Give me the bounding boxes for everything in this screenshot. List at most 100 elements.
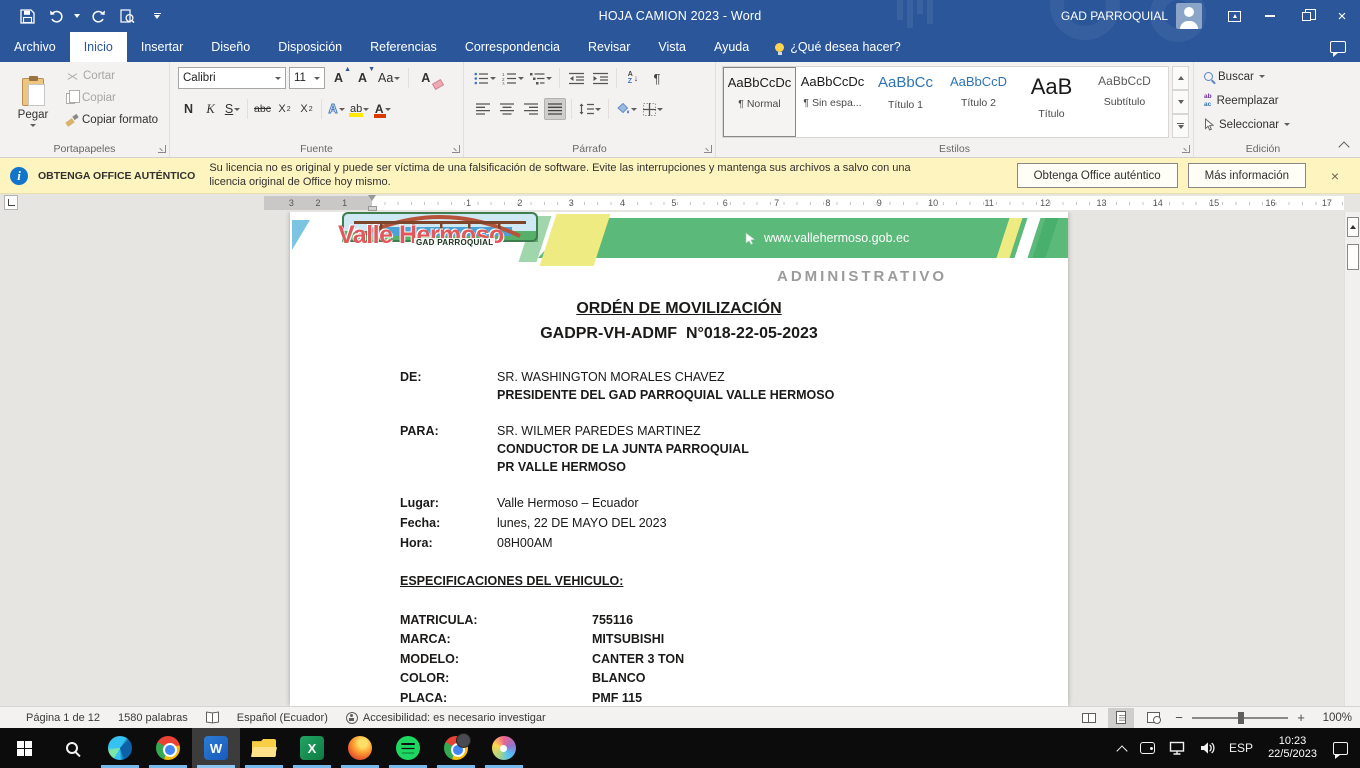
style-item-no-spacing[interactable]: AaBbCcDc¶ Sin espa... <box>796 67 869 137</box>
style-item-subtitle[interactable]: AaBbCcDSubtítulo <box>1088 67 1161 137</box>
copy-button[interactable]: Copiar <box>62 90 162 106</box>
ribbon-display-options-button[interactable] <box>1216 0 1252 32</box>
select-button[interactable]: Seleccionar <box>1204 114 1290 135</box>
multilevel-list-button[interactable] <box>528 67 554 89</box>
superscript-button[interactable]: X2 <box>296 98 317 120</box>
accessibility-status[interactable]: Accesibilidad: es necesario investigar <box>346 712 546 724</box>
meet-now-icon[interactable] <box>1133 728 1162 768</box>
change-case-button[interactable]: Aa <box>376 67 402 89</box>
show-formatting-button[interactable]: ¶ <box>646 67 668 89</box>
print-layout-button[interactable] <box>1108 708 1134 728</box>
font-dialog-launcher[interactable] <box>452 145 460 153</box>
numbering-button[interactable]: 123 <box>500 67 526 89</box>
subscript-button[interactable]: X2 <box>274 98 295 120</box>
replace-button[interactable]: abac Reemplazar <box>1204 90 1290 111</box>
web-layout-button[interactable] <box>1140 708 1166 728</box>
tab-inicio[interactable]: Inicio <box>70 32 127 62</box>
scrollbar-thumb[interactable] <box>1347 244 1359 270</box>
cut-button[interactable]: Cortar <box>62 68 162 84</box>
text-effects-button[interactable]: A <box>326 98 347 120</box>
align-center-button[interactable] <box>496 98 518 120</box>
action-center-icon[interactable] <box>1333 742 1348 755</box>
customize-quick-access-icon[interactable] <box>144 3 170 29</box>
language-indicator[interactable]: ESP <box>1222 728 1260 768</box>
taskbar-word-button[interactable]: W <box>192 728 240 768</box>
find-button[interactable]: Buscar <box>1204 66 1290 87</box>
taskbar-paint-button[interactable] <box>480 728 528 768</box>
taskbar-clock[interactable]: 10:23 22/5/2023 <box>1260 735 1325 761</box>
styles-scroll-down-button[interactable] <box>1172 90 1189 114</box>
highlight-color-button[interactable]: ab <box>348 98 371 120</box>
save-icon[interactable] <box>14 3 40 29</box>
italic-button[interactable]: K <box>200 98 221 120</box>
document-page[interactable]: www.vallehermoso.gob.ec Valle Hermoso GA… <box>290 212 1068 706</box>
taskbar-spotify-button[interactable] <box>384 728 432 768</box>
scroll-up-button[interactable] <box>1347 217 1359 237</box>
line-spacing-button[interactable] <box>577 98 603 120</box>
decrease-indent-button[interactable] <box>565 67 587 89</box>
tab-referencias[interactable]: Referencias <box>356 32 451 62</box>
paragraph-dialog-launcher[interactable] <box>704 145 712 153</box>
zoom-in-button[interactable]: + <box>1294 710 1308 725</box>
font-color-button[interactable]: A <box>372 98 393 120</box>
underline-button[interactable]: S <box>222 98 243 120</box>
feedback-icon[interactable] <box>1330 41 1346 53</box>
style-item-normal[interactable]: AaBbCcDc¶ Normal <box>723 67 796 137</box>
more-info-button[interactable]: Más información <box>1188 163 1306 188</box>
zoom-slider[interactable] <box>1192 717 1288 719</box>
restore-button[interactable] <box>1288 0 1324 32</box>
print-preview-icon[interactable] <box>114 3 140 29</box>
tab-insertar[interactable]: Insertar <box>127 32 197 62</box>
tray-expand-icon[interactable] <box>1111 728 1133 768</box>
taskbar-explorer-button[interactable] <box>240 728 288 768</box>
tab-ayuda[interactable]: Ayuda <box>700 32 763 62</box>
language-status[interactable]: Español (Ecuador) <box>237 712 328 724</box>
warning-close-icon[interactable]: × <box>1320 168 1350 184</box>
clear-formatting-button[interactable]: A <box>415 67 436 89</box>
vertical-scrollbar[interactable] <box>1344 212 1360 706</box>
font-size-select[interactable]: 11 <box>289 67 325 89</box>
ruler-strip[interactable]: 321 1234567891011121314151617 <box>264 196 1344 210</box>
collapse-ribbon-icon[interactable] <box>1340 141 1348 149</box>
zoom-slider-thumb[interactable] <box>1238 712 1244 724</box>
ruler[interactable]: 321 1234567891011121314151617 <box>0 194 1360 212</box>
zoom-out-button[interactable]: − <box>1172 710 1186 725</box>
volume-icon[interactable] <box>1192 728 1222 768</box>
tell-me-box[interactable]: ¿Qué desea hacer? <box>763 32 913 62</box>
zoom-level[interactable]: 100% <box>1314 712 1352 724</box>
tab-disposicion[interactable]: Disposición <box>264 32 356 62</box>
taskbar-chrome-button[interactable] <box>144 728 192 768</box>
tab-revisar[interactable]: Revisar <box>574 32 644 62</box>
word-count[interactable]: 1580 palabras <box>118 712 188 724</box>
increase-indent-button[interactable] <box>589 67 611 89</box>
read-mode-button[interactable] <box>1076 708 1102 728</box>
styles-gallery-more-button[interactable] <box>1172 114 1189 138</box>
undo-icon[interactable] <box>44 3 70 29</box>
page-count[interactable]: Página 1 de 12 <box>26 712 100 724</box>
taskbar-edge-button[interactable] <box>96 728 144 768</box>
indent-marker[interactable] <box>368 195 376 201</box>
tab-archivo[interactable]: Archivo <box>0 32 70 62</box>
taskbar-start-button[interactable] <box>0 728 48 768</box>
bullets-button[interactable] <box>472 67 498 89</box>
tab-correspondencia[interactable]: Correspondencia <box>451 32 574 62</box>
justify-button[interactable] <box>544 98 566 120</box>
align-left-button[interactable] <box>472 98 494 120</box>
strikethrough-button[interactable]: abc <box>252 98 273 120</box>
taskbar-excel-button[interactable]: X <box>288 728 336 768</box>
shrink-font-button[interactable]: A▼ <box>352 67 373 89</box>
taskbar-search-button[interactable] <box>48 728 96 768</box>
bold-button[interactable]: N <box>178 98 199 120</box>
account-name[interactable]: GAD PARROQUIAL <box>1061 9 1168 23</box>
redo-icon[interactable] <box>84 3 110 29</box>
sort-button[interactable]: AZ ↓ <box>622 67 644 89</box>
taskbar-firefox-button[interactable] <box>336 728 384 768</box>
borders-button[interactable] <box>641 98 665 120</box>
grow-font-button[interactable]: A▲ <box>328 67 349 89</box>
font-family-select[interactable]: Calibri <box>178 67 286 89</box>
indent-marker-base[interactable] <box>368 206 377 211</box>
styles-dialog-launcher[interactable] <box>1182 145 1190 153</box>
shading-button[interactable] <box>614 98 639 120</box>
tab-vista[interactable]: Vista <box>644 32 700 62</box>
style-item-heading-2[interactable]: AaBbCcDTítulo 2 <box>942 67 1015 137</box>
